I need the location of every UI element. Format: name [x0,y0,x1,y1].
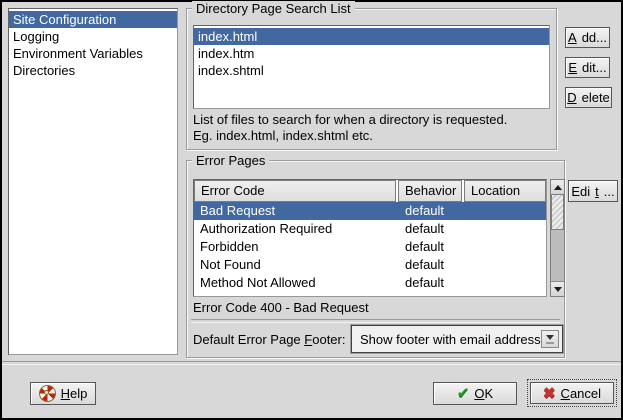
description-line-2: Eg. index.html, index.shtml etc. [193,128,507,144]
cell-code: Authorization Required [194,220,399,238]
cancel-button[interactable]: ✖ Cancel [530,382,614,404]
error-code-status: Error Code 400 - Bad Request [193,300,369,315]
directory-file-item[interactable]: index.htm [194,45,549,62]
cell-code: Not Found [194,256,399,274]
bottom-separator [2,361,621,365]
sidebar-item[interactable]: Logging [9,28,177,45]
delete-button[interactable]: Delete [565,87,612,108]
cell-behavior: default [399,202,465,220]
lifebuoy-icon [39,385,56,402]
error-page-row[interactable]: Method Not Alloweddefault [194,274,546,292]
edit-file-button[interactable]: Edit... [565,57,610,78]
ok-button[interactable]: ✔ OK [433,382,517,405]
ok-button-label: OK [474,386,493,401]
cell-location [465,238,546,256]
frame-separator [191,319,560,323]
cell-behavior: default [399,238,465,256]
help-button[interactable]: Help [30,382,96,405]
scrollbar-thumb[interactable] [551,194,564,230]
cell-location [465,274,546,292]
column-header[interactable]: Behavior [398,180,462,202]
cell-code: Forbidden [194,238,399,256]
column-header[interactable]: Error Code [194,180,396,202]
x-icon: ✖ [543,386,556,401]
dropdown-arrow-icon [541,330,559,348]
scroll-down-button[interactable] [551,281,564,296]
help-button-label: Help [61,386,88,401]
sidebar-item[interactable]: Environment Variables [9,45,177,62]
error-table-body: Bad RequestdefaultAuthorization Required… [194,202,546,296]
cell-code: Bad Request [194,202,399,220]
cell-code: Method Not Allowed [194,274,399,292]
default-footer-label: Default Error Page Footer: [193,332,345,348]
scroll-up-button[interactable] [551,180,564,195]
arrow-down-icon [554,287,562,292]
cell-location [465,256,546,274]
directory-search-legend: Directory Page Search List [192,1,355,16]
error-pages-legend: Error Pages [192,153,269,168]
error-page-row[interactable]: Bad Requestdefault [194,202,546,220]
description-line-1: List of files to search for when a direc… [193,112,507,128]
cell-behavior: default [399,256,465,274]
directory-file-list[interactable]: index.htmlindex.htmindex.shtml [193,25,550,109]
config-section-list[interactable]: Site ConfigurationLoggingEnvironment Var… [8,8,178,355]
arrow-up-icon [554,185,562,190]
site-configuration-window: Site ConfigurationLoggingEnvironment Var… [0,0,623,420]
sidebar-item[interactable]: Directories [9,62,177,79]
checkmark-icon: ✔ [457,386,470,401]
edit-error-page-button[interactable]: Edit... [568,180,618,202]
directory-file-item[interactable]: index.html [194,28,549,45]
directory-list-description: List of files to search for when a direc… [193,112,507,144]
error-page-row[interactable]: Not Founddefault [194,256,546,274]
directory-search-frame: Directory Page Search List index.htmlind… [186,8,557,150]
cell-location [465,220,546,238]
error-pages-frame: Error Pages Error CodeBehaviorLocation B… [186,160,565,358]
directory-file-item[interactable]: index.shtml [194,62,549,79]
cell-location [465,202,546,220]
cell-behavior: default [399,220,465,238]
error-page-row[interactable]: Forbiddendefault [194,238,546,256]
table-scrollbar[interactable] [550,179,565,297]
cell-behavior: default [399,274,465,292]
error-footer-select[interactable]: Show footer with email address [351,325,563,353]
sidebar-item[interactable]: Site Configuration [9,11,177,28]
column-header[interactable]: Location [464,180,546,202]
error-page-row[interactable]: Authorization Requireddefault [194,220,546,238]
error-pages-table: Error CodeBehaviorLocation Bad Requestde… [193,179,547,297]
add-button[interactable]: Add... [565,27,610,48]
error-footer-selected-value: Show footer with email address [352,332,541,347]
cancel-button-label: Cancel [561,386,601,401]
error-table-header: Error CodeBehaviorLocation [194,180,546,202]
